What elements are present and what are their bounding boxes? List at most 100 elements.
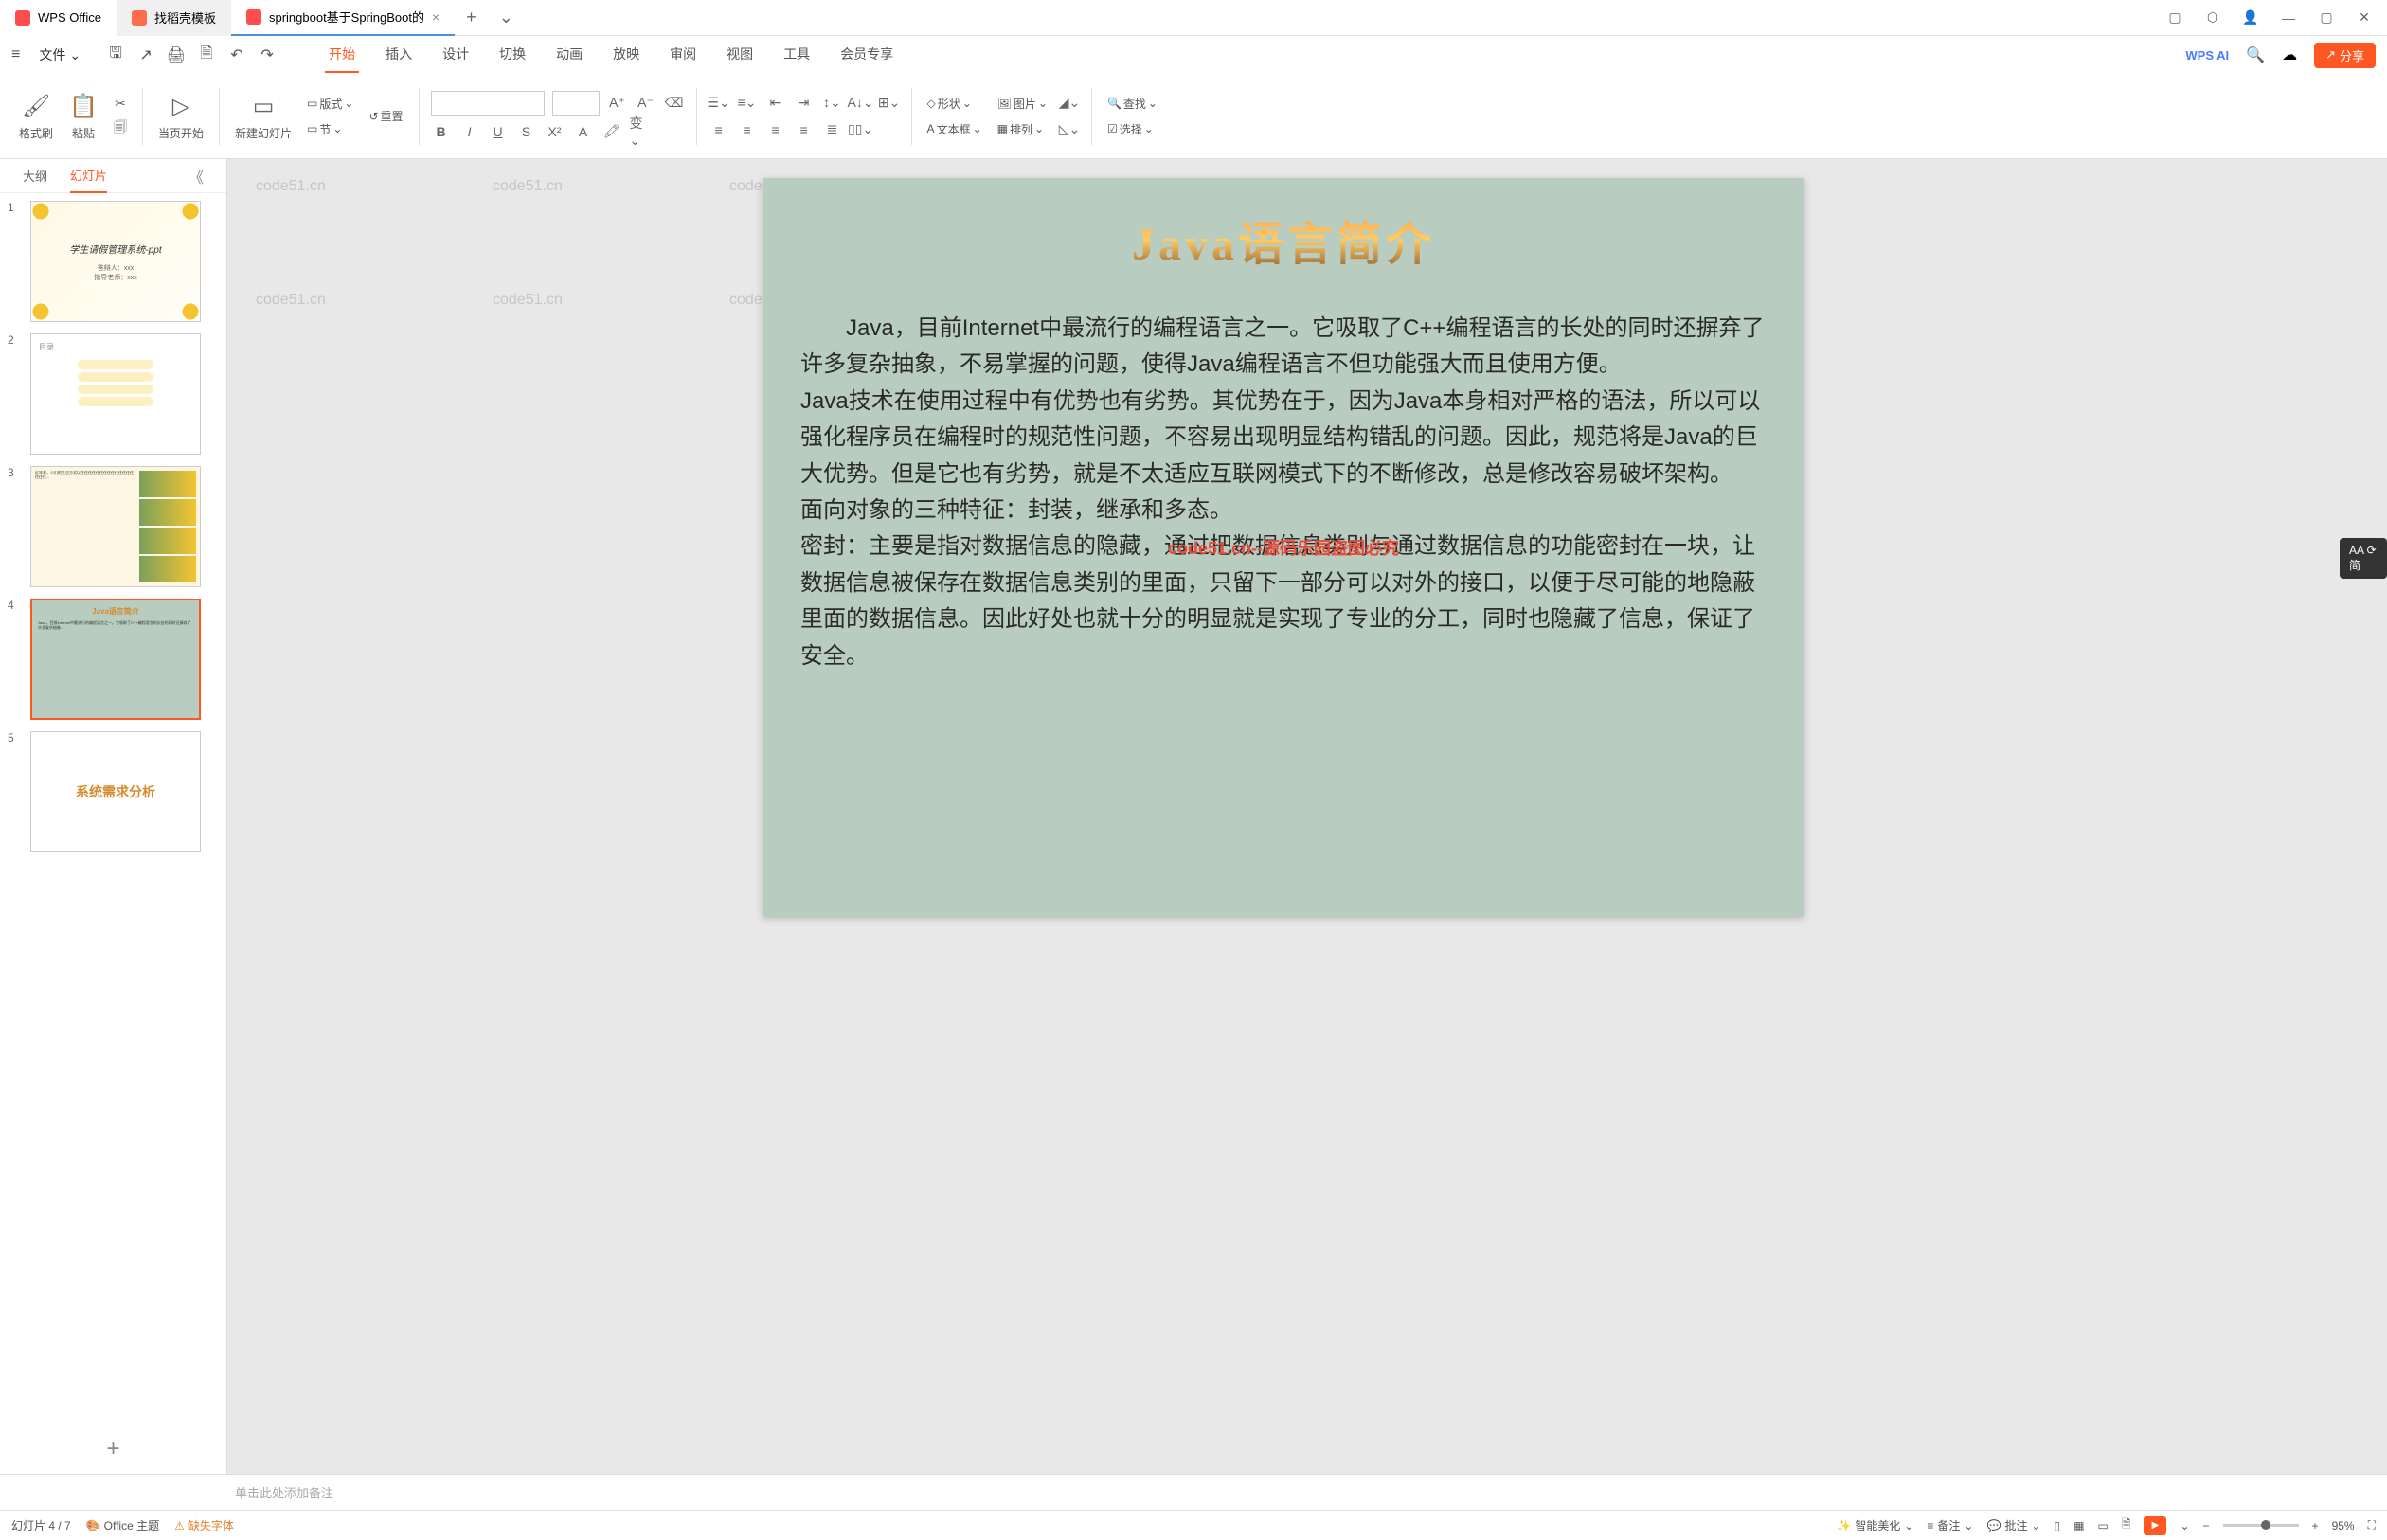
add-slide-button[interactable]: + — [0, 1424, 226, 1474]
thumbnail-3[interactable]: 近年来，人们的生活方式以往往往往往往往往往往往往往往往往往... — [30, 466, 201, 587]
thumbnail-5[interactable]: 系统需求分析 — [30, 731, 201, 852]
add-tab-button[interactable]: + — [455, 8, 488, 27]
zoom-value[interactable]: 95% — [2332, 1519, 2355, 1532]
thumb-item-3[interactable]: 3 近年来，人们的生活方式以往往往往往往往往往往往往往往往往往... — [8, 466, 219, 587]
notes-view-icon[interactable]: 🗎 — [2122, 1515, 2131, 1535]
align-center-icon[interactable]: ≡ — [737, 119, 758, 140]
notes-bar[interactable]: 单击此处添加备注 — [0, 1474, 2387, 1510]
search-icon[interactable]: 🔍 — [2246, 45, 2265, 64]
preview-icon[interactable]: 🗎 — [198, 46, 215, 63]
zoom-in-icon[interactable]: + — [2312, 1519, 2319, 1532]
underline-icon[interactable]: U — [488, 121, 509, 142]
tab-start[interactable]: 开始 — [325, 37, 359, 73]
slideshow-button[interactable]: ▶ — [2144, 1516, 2166, 1535]
number-list-icon[interactable]: ≡⌄ — [737, 93, 758, 114]
bold-icon[interactable]: B — [431, 121, 452, 142]
tab-view[interactable]: 视图 — [723, 37, 757, 73]
beautify-button[interactable]: ✨ 智能美化 ⌄ — [1837, 1517, 1913, 1533]
zoom-out-icon[interactable]: − — [2203, 1519, 2210, 1532]
maximize-button[interactable]: ▢ — [2315, 7, 2338, 29]
distribute-icon[interactable]: ≣ — [822, 119, 843, 140]
outline-tab[interactable]: 大纲 — [23, 159, 47, 192]
tab-member[interactable]: 会员专享 — [836, 37, 897, 73]
text-direction-icon[interactable]: A↓⌄ — [851, 93, 871, 114]
tab-transition[interactable]: 切换 — [495, 37, 529, 73]
shape-button[interactable]: ◇ 形状 ⌄ — [924, 94, 986, 114]
app-tab[interactable]: WPS Office — [0, 0, 117, 36]
slide-canvas[interactable]: Java语言简介 Java，目前Internet中最流行的编程语言之一。它吸取了… — [763, 178, 1804, 917]
notes-toggle[interactable]: ≡ 备注 ⌄ — [1927, 1517, 1973, 1533]
window-icon[interactable]: ▢ — [2163, 7, 2186, 29]
share-button[interactable]: ↗ 分享 — [2314, 43, 2376, 68]
tab-tools[interactable]: 工具 — [780, 37, 814, 73]
format-painter-button[interactable]: 🖌 格式刷 — [15, 87, 57, 145]
paste-button[interactable]: 📋 粘贴 — [64, 87, 102, 145]
section-button[interactable]: ▭ 节 ⌄ — [303, 119, 357, 139]
italic-icon[interactable]: I — [459, 121, 480, 142]
layout-button[interactable]: ▭ 版式 ⌄ — [303, 94, 357, 114]
thumbnail-2[interactable]: 目录 — [30, 333, 201, 455]
justify-icon[interactable]: ≡ — [794, 119, 815, 140]
font-mode-button[interactable]: AA ⟳简 — [2340, 538, 2387, 579]
minimize-button[interactable]: — — [2277, 7, 2300, 29]
slide-editor[interactable]: code51.cn code51.cn code51.cn code51.cn … — [227, 159, 2340, 1474]
picture-button[interactable]: 🖼 图片 ⌄ — [994, 94, 1051, 114]
slides-tab[interactable]: 幻灯片 — [70, 158, 107, 193]
strikethrough-icon[interactable]: S̶ — [516, 121, 537, 142]
theme-indicator[interactable]: 🎨 Office 主题 — [86, 1517, 159, 1533]
align-vertical-icon[interactable]: ⊞⌄ — [879, 93, 900, 114]
decrease-indent-icon[interactable]: ⇤ — [765, 93, 786, 114]
thumb-item-2[interactable]: 2 目录 — [8, 333, 219, 455]
find-button[interactable]: 🔍 查找 ⌄ — [1104, 94, 1161, 114]
comments-toggle[interactable]: 💬 批注 ⌄ — [1986, 1517, 2040, 1533]
tab-insert[interactable]: 插入 — [382, 37, 416, 73]
font-color-icon[interactable]: A — [573, 121, 594, 142]
new-slide-button[interactable]: ▭ 新建幻灯片 — [231, 87, 296, 145]
decrease-font-icon[interactable]: A⁻ — [636, 93, 656, 114]
align-right-icon[interactable]: ≡ — [765, 119, 786, 140]
close-tab-icon[interactable]: × — [432, 9, 440, 25]
cloud-icon[interactable]: ☁ — [2282, 45, 2297, 64]
convert-icon[interactable]: 变 ⌄ — [630, 121, 651, 142]
slide-title[interactable]: Java语言简介 — [800, 206, 1767, 273]
close-button[interactable]: ✕ — [2353, 7, 2376, 29]
thumb-item-5[interactable]: 5 系统需求分析 — [8, 731, 219, 852]
arrange-button[interactable]: ▦ 排列 ⌄ — [994, 119, 1051, 139]
thumbnail-4[interactable]: Java语言简介 Java，目前Internet中最流行的编程语言之一。它吸取了… — [30, 599, 201, 720]
increase-indent-icon[interactable]: ⇥ — [794, 93, 815, 114]
redo-icon[interactable]: ↷ — [259, 46, 276, 63]
fill-icon[interactable]: ◢⌄ — [1059, 93, 1080, 114]
from-current-button[interactable]: ▷ 当页开始 — [154, 87, 207, 145]
font-select[interactable] — [431, 91, 545, 116]
sorter-view-icon[interactable]: ▦ — [2073, 1519, 2084, 1532]
textbox-button[interactable]: A 文本框 ⌄ — [924, 119, 986, 139]
hamburger-icon[interactable]: ≡ — [11, 46, 20, 63]
thumb-item-4[interactable]: 4 Java语言简介 Java，目前Internet中最流行的编程语言之一。它吸… — [8, 599, 219, 720]
copy-icon[interactable]: 🗐 — [110, 118, 131, 139]
wps-ai-button[interactable]: WPS AI — [2185, 48, 2229, 63]
tab-animation[interactable]: 动画 — [552, 37, 586, 73]
normal-view-icon[interactable]: ▯ — [2055, 1519, 2061, 1532]
thumbnail-1[interactable]: 学生请假管理系统-ppt 答辩人：xxx 指导老师：xxx — [30, 201, 201, 322]
print-icon[interactable]: 🖨 — [168, 46, 185, 63]
collapse-panel-icon[interactable]: 《 — [188, 165, 204, 188]
undo-icon[interactable]: ↶ — [228, 46, 245, 63]
slide-body[interactable]: Java，目前Internet中最流行的编程语言之一。它吸取了C++编程语言的长… — [800, 311, 1767, 674]
save-icon[interactable]: 🖫 — [107, 46, 124, 63]
align-left-icon[interactable]: ≡ — [709, 119, 729, 140]
line-spacing-icon[interactable]: ↕⌄ — [822, 93, 843, 114]
reset-button[interactable]: ↺ 重置 — [365, 106, 406, 126]
tab-slideshow[interactable]: 放映 — [609, 37, 643, 73]
file-menu[interactable]: 文件 ⌄ — [31, 42, 88, 68]
font-size-select[interactable] — [552, 91, 600, 116]
bullet-list-icon[interactable]: ☰⌄ — [709, 93, 729, 114]
columns-icon[interactable]: ▯▯⌄ — [851, 119, 871, 140]
export-icon[interactable]: ↗ — [137, 46, 154, 63]
clear-format-icon[interactable]: ⌫ — [664, 93, 685, 114]
select-button[interactable]: ☑ 选择 ⌄ — [1104, 119, 1161, 139]
reading-view-icon[interactable]: ▭ — [2097, 1519, 2108, 1532]
fit-window-icon[interactable]: ⛶ — [2368, 1518, 2376, 1532]
thumb-item-1[interactable]: 1 学生请假管理系统-ppt 答辩人：xxx 指导老师：xxx — [8, 201, 219, 322]
slideshow-dropdown[interactable]: ⌄ — [2180, 1519, 2189, 1532]
document-tab[interactable]: springboot基于SpringBoot的 × — [231, 0, 455, 36]
